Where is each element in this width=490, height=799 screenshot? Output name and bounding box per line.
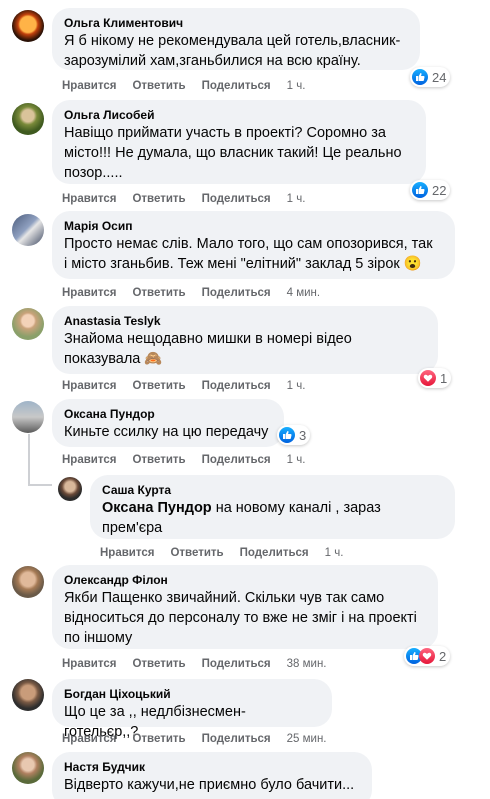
comment-actions: Нравится Ответить Поделиться 1 ч. <box>62 191 305 207</box>
like-button[interactable]: Нравится <box>62 380 116 392</box>
reply-button[interactable]: Ответить <box>132 193 185 205</box>
reactions-summary[interactable]: 1 <box>418 368 452 388</box>
thread-line <box>28 434 30 486</box>
comment-text: Просто немає слів. Мало того, що сам опо… <box>64 236 433 272</box>
heart-reaction-icon <box>419 648 435 664</box>
avatar[interactable] <box>58 477 82 501</box>
comment-author[interactable]: Ольга Климентович <box>64 15 408 31</box>
comment-actions: Нравится Ответить Поделиться 4 мин. <box>62 285 320 301</box>
reaction-count: 22 <box>432 182 447 198</box>
emoji: 😮 <box>403 256 422 272</box>
comment-time[interactable]: 1 ч. <box>287 193 306 205</box>
like-button[interactable]: Нравится <box>62 733 116 745</box>
comment-author[interactable]: Саша Курта <box>102 482 443 498</box>
comment-author[interactable]: Настя Будчик <box>64 759 360 775</box>
reaction-count: 1 <box>440 370 448 386</box>
comment-time[interactable]: 25 мин. <box>287 733 327 745</box>
share-button[interactable]: Поделиться <box>202 80 271 92</box>
avatar[interactable] <box>12 308 44 340</box>
reaction-count: 3 <box>299 427 307 443</box>
reaction-count: 24 <box>432 69 447 85</box>
like-reaction-icon <box>412 69 428 85</box>
reply-button[interactable]: Ответить <box>132 454 185 466</box>
avatar[interactable] <box>12 103 44 135</box>
comment-time[interactable]: 1 ч. <box>287 80 306 92</box>
avatar[interactable] <box>12 214 44 246</box>
share-button[interactable]: Поделиться <box>202 733 271 745</box>
share-button[interactable]: Поделиться <box>202 287 271 299</box>
comment-text: Я б нікому не рекомендувала цей готель,в… <box>64 33 401 69</box>
reactions-summary[interactable]: 22 <box>410 180 451 200</box>
comment-text: Оксана Пундор на новому каналі , зараз п… <box>102 500 381 536</box>
comment-text: Знайома нещодавно мишки в номері відео п… <box>64 331 352 367</box>
like-reaction-icon <box>279 427 295 443</box>
comment-time[interactable]: 1 ч. <box>325 547 344 559</box>
comment-bubble: Оксана Пундор Киньте ссилку на цю переда… <box>52 399 284 447</box>
comment-bubble: Олександр Філон Якби Пащенко звичайний. … <box>52 565 438 649</box>
comment-author[interactable]: Оксана Пундор <box>64 406 272 422</box>
comment-bubble: Настя Будчик Відверто кажучи,не приємно … <box>52 752 372 799</box>
comment-author[interactable]: Марія Осип <box>64 218 443 234</box>
mention-link[interactable]: Оксана Пундор <box>102 500 212 516</box>
comment-text: Навіщо приймати участь в проекті? Соромн… <box>64 125 402 181</box>
comment-author[interactable]: Богдан Ціхоцький <box>64 686 320 702</box>
comment-bubble: Саша Курта Оксана Пундор на новому канал… <box>90 475 455 539</box>
share-button[interactable]: Поделиться <box>202 380 271 392</box>
reactions-summary[interactable]: 3 <box>277 425 311 445</box>
avatar[interactable] <box>12 10 44 42</box>
comment-actions: Нравится Ответить Поделиться 25 мин. <box>62 731 327 747</box>
comment-actions: Нравится Ответить Поделиться 38 мин. <box>62 656 327 672</box>
reply-button[interactable]: Ответить <box>132 380 185 392</box>
reply-button[interactable]: Ответить <box>132 80 185 92</box>
avatar[interactable] <box>12 752 44 784</box>
comment-author[interactable]: Олександр Філон <box>64 572 426 588</box>
reply-button[interactable]: Ответить <box>132 658 185 670</box>
comment-bubble: Ольга Лисобей Навіщо приймати участь в п… <box>52 100 426 184</box>
like-button[interactable]: Нравится <box>62 193 116 205</box>
share-button[interactable]: Поделиться <box>240 547 309 559</box>
comment-actions: Нравится Ответить Поделиться 1 ч. <box>62 78 305 94</box>
avatar[interactable] <box>12 401 44 433</box>
comment-bubble: Богдан Ціхоцький Що це за ,, недлбізнесм… <box>52 679 332 740</box>
comment-text: Відверто кажучи,не приємно було бачити..… <box>64 777 355 793</box>
comment-time[interactable]: 38 мин. <box>287 658 327 670</box>
like-button[interactable]: Нравится <box>62 287 116 299</box>
comment-actions: Нравится Ответить Поделиться 1 ч. <box>100 545 343 561</box>
like-button[interactable]: Нравится <box>100 547 154 559</box>
avatar[interactable] <box>12 566 44 598</box>
comment-time[interactable]: 1 ч. <box>287 380 306 392</box>
comment-time[interactable]: 1 ч. <box>287 454 306 466</box>
comment-bubble: Anastasia Teslyk Знайома нещодавно мишки… <box>52 306 438 374</box>
heart-reaction-icon <box>420 370 436 386</box>
comment-actions: Нравится Ответить Поделиться 1 ч. <box>62 452 305 468</box>
share-button[interactable]: Поделиться <box>202 193 271 205</box>
comment-bubble: Марія Осип Просто немає слів. Мало того,… <box>52 211 455 279</box>
like-reaction-icon <box>412 182 428 198</box>
comment-author[interactable]: Anastasia Teslyk <box>64 313 426 329</box>
like-button[interactable]: Нравится <box>62 454 116 466</box>
reaction-count: 2 <box>439 648 447 664</box>
avatar[interactable] <box>12 679 44 711</box>
reply-button[interactable]: Ответить <box>132 733 185 745</box>
comment-time[interactable]: 4 мин. <box>287 287 320 299</box>
comment-text: Якби Пащенко звичайний. Скільки чув так … <box>64 590 417 646</box>
share-button[interactable]: Поделиться <box>202 658 271 670</box>
like-button[interactable]: Нравится <box>62 658 116 670</box>
comment-author[interactable]: Ольга Лисобей <box>64 107 414 123</box>
comment-text: Киньте ссилку на цю передачу <box>64 424 269 440</box>
comment-bubble: Ольга Климентович Я б нікому не рекоменд… <box>52 8 420 70</box>
comment-actions: Нравится Ответить Поделиться 1 ч. <box>62 378 305 394</box>
like-button[interactable]: Нравится <box>62 80 116 92</box>
share-button[interactable]: Поделиться <box>202 454 271 466</box>
reply-button[interactable]: Ответить <box>132 287 185 299</box>
thread-connector <box>28 484 52 486</box>
reactions-summary[interactable]: 2 <box>404 646 451 666</box>
emoji: 🙈 <box>144 351 163 367</box>
reply-button[interactable]: Ответить <box>170 547 223 559</box>
reactions-summary[interactable]: 24 <box>410 67 451 87</box>
